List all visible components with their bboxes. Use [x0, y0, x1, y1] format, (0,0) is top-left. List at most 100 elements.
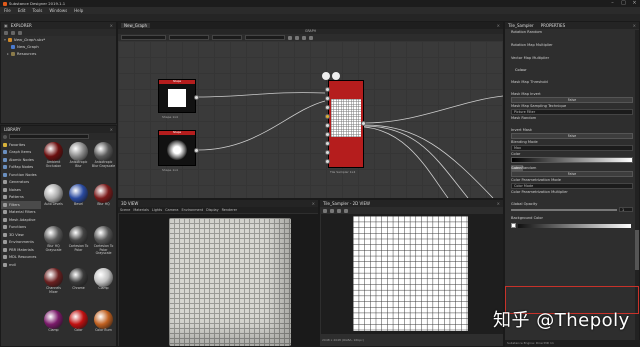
library-thumb[interactable]: Bevel [66, 184, 91, 226]
view3d-menu-camera[interactable]: Camera [165, 208, 178, 212]
library-category[interactable]: Filters [1, 201, 41, 209]
view3d-menu-scene[interactable]: Scene [120, 208, 130, 212]
input-port[interactable] [325, 105, 330, 110]
view3d-menu-environment[interactable]: Environment [181, 208, 203, 212]
library-thumb[interactable]: Cartesian To Polar [66, 226, 91, 268]
close-icon[interactable]: × [497, 23, 500, 28]
tool-icon[interactable] [323, 208, 327, 213]
library-thumb[interactable]: Clamp [41, 310, 66, 347]
color-gradient-swatch[interactable] [511, 157, 633, 163]
menu-tools[interactable]: Tools [32, 8, 42, 13]
library-thumb[interactable]: Color [66, 310, 91, 347]
input-port[interactable] [325, 132, 330, 137]
property-dropdown[interactable]: Color Mode [511, 183, 633, 189]
view3d-menu-lights[interactable]: Lights [152, 208, 162, 212]
close-button[interactable]: × [629, 0, 640, 7]
library-thumb[interactable]: Clamp [91, 268, 116, 310]
view2d-viewport[interactable] [321, 214, 503, 334]
expand-icon[interactable] [332, 72, 340, 80]
minimize-button[interactable]: – [607, 0, 618, 7]
library-thumb[interactable]: Channels Mixer [41, 268, 66, 310]
tool-icon[interactable] [330, 208, 334, 213]
pin-icon[interactable] [322, 72, 330, 80]
library-category[interactable]: Functions [1, 224, 41, 232]
color-gradient-swatch[interactable] [518, 223, 631, 228]
graph-output-select[interactable] [212, 35, 242, 40]
library-category[interactable]: MDL Resources [1, 254, 41, 262]
shape-node[interactable]: Shape [158, 130, 196, 166]
library-thumb[interactable]: Anisotropic Blur [66, 142, 91, 184]
graph-canvas[interactable]: Shape Shape 1x4 Shape Shape 1x4 Tile Sam… [118, 41, 503, 198]
menu-file[interactable]: File [4, 8, 11, 13]
tool-icon[interactable] [337, 208, 341, 213]
close-icon[interactable]: × [110, 23, 113, 28]
library-category[interactable]: 3D View [1, 231, 41, 239]
close-icon[interactable]: × [497, 201, 500, 206]
view3d-menu-materials[interactable]: Materials [133, 208, 149, 212]
library-category[interactable]: Generators [1, 179, 41, 187]
menu-windows[interactable]: Windows [49, 8, 67, 13]
graph-pixel-select[interactable] [245, 35, 285, 40]
library-category[interactable]: Atomic Nodes [1, 156, 41, 164]
menu-help[interactable]: Help [74, 8, 83, 13]
output-port[interactable] [194, 148, 199, 153]
opacity-slider[interactable]: 1 [511, 207, 633, 212]
output-port[interactable] [194, 95, 199, 100]
library-category[interactable]: FxMap Nodes [1, 164, 41, 172]
library-search-input[interactable] [9, 134, 89, 139]
library-category[interactable]: Environments [1, 239, 41, 247]
explorer-item-resources[interactable]: ▸ Resources [1, 50, 116, 57]
property-dropdown[interactable]: Max [511, 145, 633, 151]
save-icon[interactable] [18, 30, 22, 35]
shape-node[interactable]: Shape [158, 79, 196, 113]
library-thumb[interactable]: Auto Levels [41, 184, 66, 226]
tool-icon[interactable] [344, 208, 348, 213]
property-toggle-button[interactable]: False [511, 171, 633, 177]
view3d-menu-renderer[interactable]: Renderer [222, 208, 237, 212]
close-icon[interactable]: × [312, 201, 315, 206]
explorer-item-graph[interactable]: New_Graph [1, 43, 116, 50]
library-category[interactable]: Graph Items [1, 149, 41, 157]
view3d-menu-display[interactable]: Display [206, 208, 219, 212]
library-thumb[interactable]: Color Burn [91, 310, 116, 347]
tile-sampler-node[interactable] [328, 80, 364, 168]
library-category[interactable]: PBR Materials [1, 246, 41, 254]
library-category[interactable]: Favorites [1, 141, 41, 149]
library-thumb[interactable]: Ambient Occlusion [41, 142, 66, 184]
slider-value[interactable]: 1 [619, 207, 633, 212]
graph-tab[interactable]: New_Graph [121, 23, 150, 28]
input-port[interactable] [325, 159, 330, 164]
menu-edit[interactable]: Edit [18, 8, 26, 13]
background-color-control[interactable] [511, 222, 631, 229]
library-category[interactable]: Noises [1, 186, 41, 194]
library-thumb[interactable]: Blur HQ Grayscale [41, 226, 66, 268]
library-thumb[interactable]: Blur HQ [91, 184, 116, 226]
open-icon[interactable] [11, 30, 15, 35]
library-category[interactable]: mdl [1, 261, 41, 269]
tool-icon[interactable] [295, 35, 299, 40]
close-icon[interactable]: × [633, 23, 636, 28]
property-toggle-button[interactable]: False [511, 97, 633, 103]
output-port[interactable] [361, 121, 366, 126]
tool-icon[interactable] [309, 35, 313, 40]
new-icon[interactable] [4, 30, 8, 35]
input-port[interactable] [325, 96, 330, 101]
library-category[interactable]: Mesh Adaptive [1, 216, 41, 224]
input-port[interactable] [325, 114, 330, 119]
library-thumb[interactable]: Cartesian To Polar Grayscale [91, 226, 116, 268]
maximize-button[interactable]: □ [618, 0, 629, 7]
color-swatch[interactable] [511, 223, 516, 228]
graph-format-select[interactable] [169, 35, 209, 40]
slider-track[interactable] [511, 208, 617, 211]
library-category[interactable]: Function Nodes [1, 171, 41, 179]
scrollbar-thumb[interactable] [635, 230, 639, 270]
input-port[interactable] [325, 87, 330, 92]
library-thumb[interactable]: Anisotropic Blur Grayscale [91, 142, 116, 184]
property-toggle-button[interactable]: False [511, 133, 633, 139]
view3d-viewport[interactable] [119, 214, 318, 347]
tool-icon[interactable] [302, 35, 306, 40]
tool-icon[interactable] [288, 35, 292, 40]
graph-size-select[interactable] [121, 35, 166, 40]
library-category[interactable]: Patterns [1, 194, 41, 202]
property-dropdown[interactable]: Picture Filter [511, 109, 633, 115]
